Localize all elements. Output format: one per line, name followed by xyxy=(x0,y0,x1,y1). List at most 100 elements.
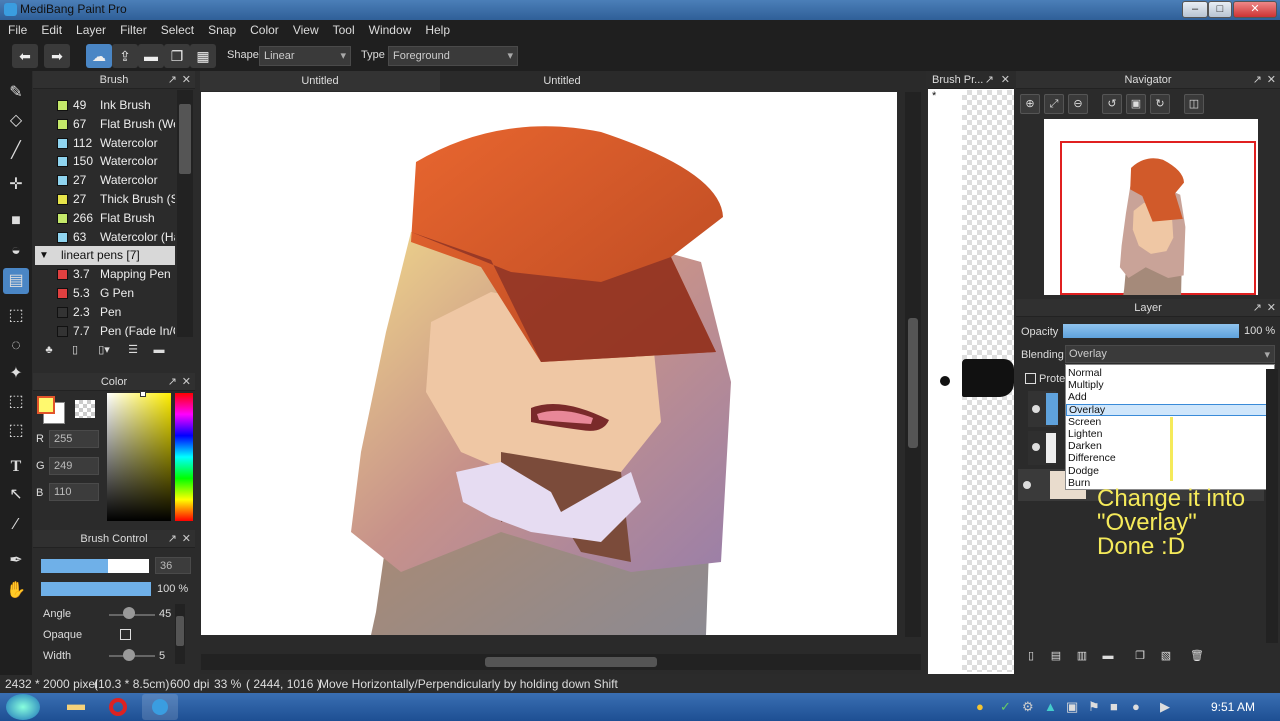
merge-layer-icon[interactable]: ▧ xyxy=(1156,647,1176,667)
layer-row-2[interactable] xyxy=(1028,431,1056,465)
brush-opacity-slider[interactable] xyxy=(41,582,151,596)
brush-item[interactable]: 112 Watercolor xyxy=(35,134,175,153)
brush-size-input[interactable]: 36 xyxy=(155,557,191,574)
brush-item[interactable]: 49 Ink Brush xyxy=(35,96,175,115)
fit-icon[interactable]: ⤢ xyxy=(1044,94,1064,114)
comment-icon[interactable]: ▬ xyxy=(138,44,164,68)
brush-size-slider[interactable] xyxy=(41,559,149,573)
collapse-icon[interactable]: ▼ xyxy=(39,246,49,265)
blending-option[interactable]: Add xyxy=(1066,391,1274,403)
menu-window[interactable]: Window xyxy=(361,20,418,37)
text-tool-icon[interactable]: T xyxy=(3,454,29,480)
volume-icon[interactable]: ▶ xyxy=(1160,699,1170,715)
shape-select[interactable]: Linear xyxy=(259,46,351,66)
move-tool-icon[interactable]: ✛ xyxy=(3,172,29,198)
clock[interactable]: 9:51 AM xyxy=(1211,700,1255,714)
flag-icon[interactable]: ⚑ xyxy=(1088,699,1100,715)
explorer-icon[interactable]: ▬ xyxy=(58,694,94,720)
menu-help[interactable]: Help xyxy=(417,20,456,37)
menu-edit[interactable]: Edit xyxy=(33,20,68,37)
horizontal-scroll-thumb[interactable] xyxy=(485,657,657,667)
layer-visibility-icon[interactable] xyxy=(1023,481,1031,489)
opera-icon[interactable] xyxy=(100,694,136,720)
select-eraser-tool-icon[interactable]: ⬚ xyxy=(3,418,29,444)
close-icon[interactable]: ✕ xyxy=(182,373,191,391)
vertical-scroll-thumb[interactable] xyxy=(908,318,918,448)
tab-untitled-1[interactable]: Untitled xyxy=(200,71,440,91)
menu-layer[interactable]: Layer xyxy=(68,20,112,37)
zoom-out-icon[interactable]: ⊖ xyxy=(1068,94,1088,114)
layer-visibility-icon[interactable] xyxy=(1032,443,1040,451)
drawing-canvas[interactable] xyxy=(201,92,897,635)
type-select[interactable]: Foreground xyxy=(388,46,518,66)
new-layer-icon[interactable]: ▯ xyxy=(1021,647,1041,667)
new-halftone-layer-icon[interactable]: ▤ xyxy=(1046,647,1066,667)
brush-menu-icon[interactable]: ▯▾ xyxy=(91,341,117,361)
divide-tool-icon[interactable]: ∕ xyxy=(3,512,29,538)
grid-icon[interactable]: ▦ xyxy=(190,44,216,68)
operation-tool-icon[interactable]: ↖ xyxy=(3,482,29,508)
brush-item[interactable]: 3.7 Mapping Pen xyxy=(35,265,175,284)
blending-option[interactable]: Normal xyxy=(1066,367,1274,379)
color-picker-cursor[interactable] xyxy=(140,391,146,397)
add-brush-icon[interactable]: ♣ xyxy=(39,341,59,361)
transparent-color-swatch[interactable] xyxy=(75,400,95,418)
close-icon[interactable]: ✕ xyxy=(182,71,191,89)
brush-settings-icon[interactable]: ☰ xyxy=(123,341,143,361)
menu-select[interactable]: Select xyxy=(153,20,200,37)
undock-icon[interactable]: ↗ xyxy=(985,71,994,89)
undock-icon[interactable]: ↗ xyxy=(1253,71,1262,89)
brush-item[interactable]: 7.7 Pen (Fade In/C xyxy=(35,322,175,337)
tray-icon-2[interactable]: ✓ xyxy=(1000,699,1011,715)
g-input[interactable]: 249 xyxy=(49,457,99,475)
start-button[interactable] xyxy=(6,694,40,720)
tray-icon-6[interactable]: ● xyxy=(1132,699,1140,714)
magic-wand-tool-icon[interactable]: ✦ xyxy=(3,361,29,387)
blending-option[interactable]: Multiply xyxy=(1066,379,1274,391)
network-icon[interactable]: ▣ xyxy=(1066,699,1078,715)
medibang-taskbar-icon[interactable] xyxy=(142,694,178,720)
brush-item[interactable]: 266 Flat Brush xyxy=(35,209,175,228)
share-icon[interactable]: ⇪ xyxy=(112,44,138,68)
fill-tool-icon[interactable]: ◒ xyxy=(3,238,29,264)
new-brush-icon[interactable]: ▯ xyxy=(65,341,85,361)
copy-icon[interactable]: ❐ xyxy=(164,44,190,68)
hue-slider[interactable] xyxy=(175,393,193,521)
layer-folder-icon[interactable]: ▬ xyxy=(1098,647,1118,667)
brush-item[interactable]: 27 Thick Brush (S xyxy=(35,190,175,209)
undo-icon[interactable]: ⬅ xyxy=(12,44,38,68)
close-icon[interactable]: ✕ xyxy=(1001,71,1010,89)
tray-icon-4[interactable]: ▲ xyxy=(1044,699,1057,714)
brush-tool-icon[interactable]: ✎ xyxy=(3,80,29,106)
tray-icon-3[interactable]: ⚙ xyxy=(1022,699,1034,715)
brush-group-header[interactable]: ▼ lineart pens [7] xyxy=(35,246,175,266)
tab-untitled-2[interactable]: Untitled xyxy=(442,71,682,91)
brush-item[interactable]: 5.3 G Pen xyxy=(35,284,175,303)
close-icon[interactable]: ✕ xyxy=(1267,299,1276,317)
b-input[interactable]: 110 xyxy=(49,483,99,501)
r-input[interactable]: 255 xyxy=(49,430,99,448)
dot-brush-tool-icon[interactable]: ╱ xyxy=(3,138,29,164)
navigator-preview[interactable] xyxy=(1044,119,1258,295)
close-button[interactable]: ✕ xyxy=(1233,1,1277,18)
undock-icon[interactable]: ↗ xyxy=(168,373,177,391)
width-thumb[interactable] xyxy=(123,649,135,661)
brush-item[interactable]: 63 Watercolor (Ha xyxy=(35,228,175,247)
hand-tool-icon[interactable]: ✋ xyxy=(3,578,29,604)
horizontal-scrollbar[interactable] xyxy=(201,654,921,670)
saturation-value-picker[interactable] xyxy=(107,393,171,521)
menu-snap[interactable]: Snap xyxy=(200,20,242,37)
menu-tool[interactable]: Tool xyxy=(325,20,361,37)
menu-color[interactable]: Color xyxy=(242,20,285,37)
undock-icon[interactable]: ↗ xyxy=(1253,299,1262,317)
brush-item[interactable]: 2.3 Pen xyxy=(35,303,175,322)
rectangle-tool-icon[interactable]: ■ xyxy=(3,208,29,234)
brush-item[interactable]: 67 Flat Brush (We xyxy=(35,115,175,134)
brush-control-scrollbar[interactable] xyxy=(175,604,185,664)
gradient-tool-icon[interactable]: ▤ xyxy=(3,268,29,294)
close-icon[interactable]: ✕ xyxy=(182,530,191,548)
eyedropper-tool-icon[interactable]: ✒ xyxy=(3,548,29,574)
redo-icon[interactable]: ➡ xyxy=(44,44,70,68)
foreground-color-swatch[interactable] xyxy=(37,396,55,414)
opaque-checkbox[interactable] xyxy=(120,629,131,640)
